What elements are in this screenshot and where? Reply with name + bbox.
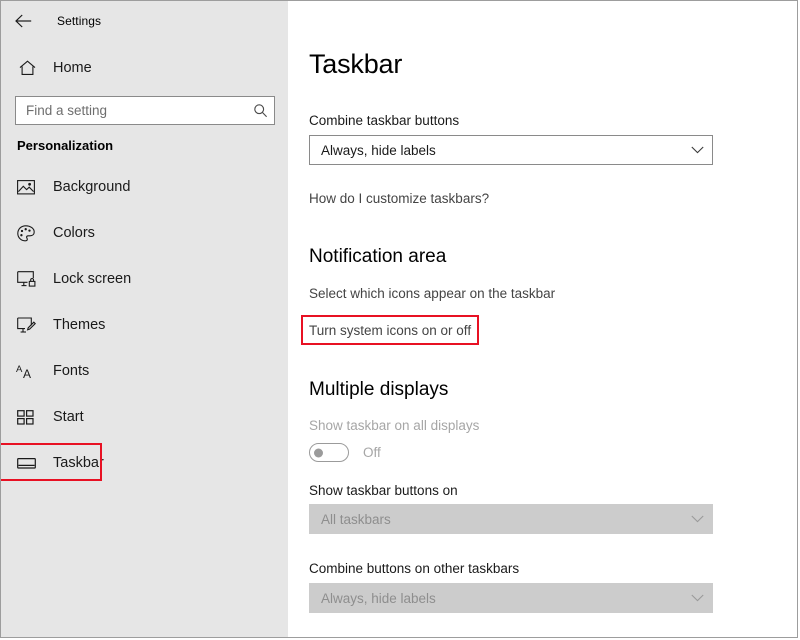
taskbar-icon [16, 453, 36, 473]
sidebar-item-lock-screen-label: Lock screen [53, 271, 132, 287]
page-title: Taskbar [309, 49, 403, 79]
combine-buttons-other-taskbars-dropdown[interactable]: Always, hide labels [309, 583, 713, 613]
sidebar-item-lock-screen[interactable]: Lock screen [1, 266, 288, 292]
main-content: Taskbar Combine taskbar buttons Always, … [288, 1, 797, 637]
show-taskbar-all-displays-state: Off [363, 445, 381, 460]
show-taskbar-buttons-on-value: All taskbars [321, 511, 391, 527]
sidebar-item-fonts-label: Fonts [53, 363, 90, 379]
svg-text:A: A [23, 367, 31, 380]
search-icon[interactable] [246, 97, 274, 124]
sidebar-item-taskbar-label: Taskbar [53, 455, 104, 471]
customize-taskbars-link[interactable]: How do I customize taskbars? [309, 191, 489, 206]
title-bar: Settings [1, 1, 288, 41]
combine-taskbar-buttons-dropdown[interactable]: Always, hide labels [309, 135, 713, 165]
sidebar-item-start-label: Start [53, 409, 84, 425]
lock-screen-icon [16, 269, 36, 289]
app-title: Settings [57, 14, 102, 28]
sidebar-item-themes-label: Themes [53, 317, 106, 333]
sidebar-item-background-label: Background [53, 179, 131, 195]
notification-area-heading: Notification area [309, 246, 447, 267]
chevron-down-icon [682, 146, 712, 154]
combine-taskbar-buttons-label: Combine taskbar buttons [309, 113, 460, 128]
theme-brush-icon [16, 315, 36, 335]
combine-buttons-other-taskbars-label: Combine buttons on other taskbars [309, 561, 520, 576]
combine-buttons-other-taskbars-value: Always, hide labels [321, 590, 436, 606]
back-arrow-icon[interactable] [3, 5, 43, 37]
sidebar-item-background[interactable]: Background [1, 174, 288, 200]
sidebar-item-colors-label: Colors [53, 225, 95, 241]
combine-taskbar-buttons-value: Always, hide labels [321, 142, 436, 158]
multiple-displays-heading: Multiple displays [309, 379, 449, 400]
sidebar: Settings Home Personalization [1, 1, 288, 637]
search-input[interactable] [16, 97, 246, 124]
sidebar-item-fonts[interactable]: A A Fonts [1, 358, 288, 384]
chevron-down-icon [682, 515, 712, 523]
search-box[interactable] [15, 96, 275, 125]
start-tiles-icon [16, 407, 36, 427]
sidebar-item-home-label: Home [53, 60, 92, 76]
sidebar-item-taskbar[interactable]: Taskbar [1, 443, 288, 481]
svg-text:A: A [16, 364, 23, 375]
show-taskbar-buttons-on-label: Show taskbar buttons on [309, 483, 458, 498]
home-icon [15, 60, 39, 76]
sidebar-item-start[interactable]: Start [1, 404, 288, 430]
select-icons-link[interactable]: Select which icons appear on the taskbar [309, 286, 555, 301]
sidebar-nav-list: Background Colors Lock screen Themes A A… [1, 174, 288, 496]
turn-system-icons-link[interactable]: Turn system icons on or off [300, 315, 480, 345]
chevron-down-icon [682, 594, 712, 602]
show-taskbar-all-displays-row: Off [309, 443, 381, 462]
sidebar-item-colors[interactable]: Colors [1, 220, 288, 246]
toggle-knob [314, 448, 323, 457]
show-taskbar-all-displays-toggle[interactable] [309, 443, 349, 462]
sidebar-section-title: Personalization [17, 138, 114, 153]
sidebar-item-themes[interactable]: Themes [1, 312, 288, 338]
settings-window: Settings Home Personalization [0, 0, 798, 638]
palette-icon [16, 223, 36, 243]
fonts-aa-icon: A A [16, 361, 36, 381]
sidebar-item-home[interactable]: Home [1, 53, 288, 83]
show-taskbar-all-displays-label: Show taskbar on all displays [309, 418, 480, 433]
show-taskbar-buttons-on-dropdown[interactable]: All taskbars [309, 504, 713, 534]
picture-icon [16, 177, 36, 197]
